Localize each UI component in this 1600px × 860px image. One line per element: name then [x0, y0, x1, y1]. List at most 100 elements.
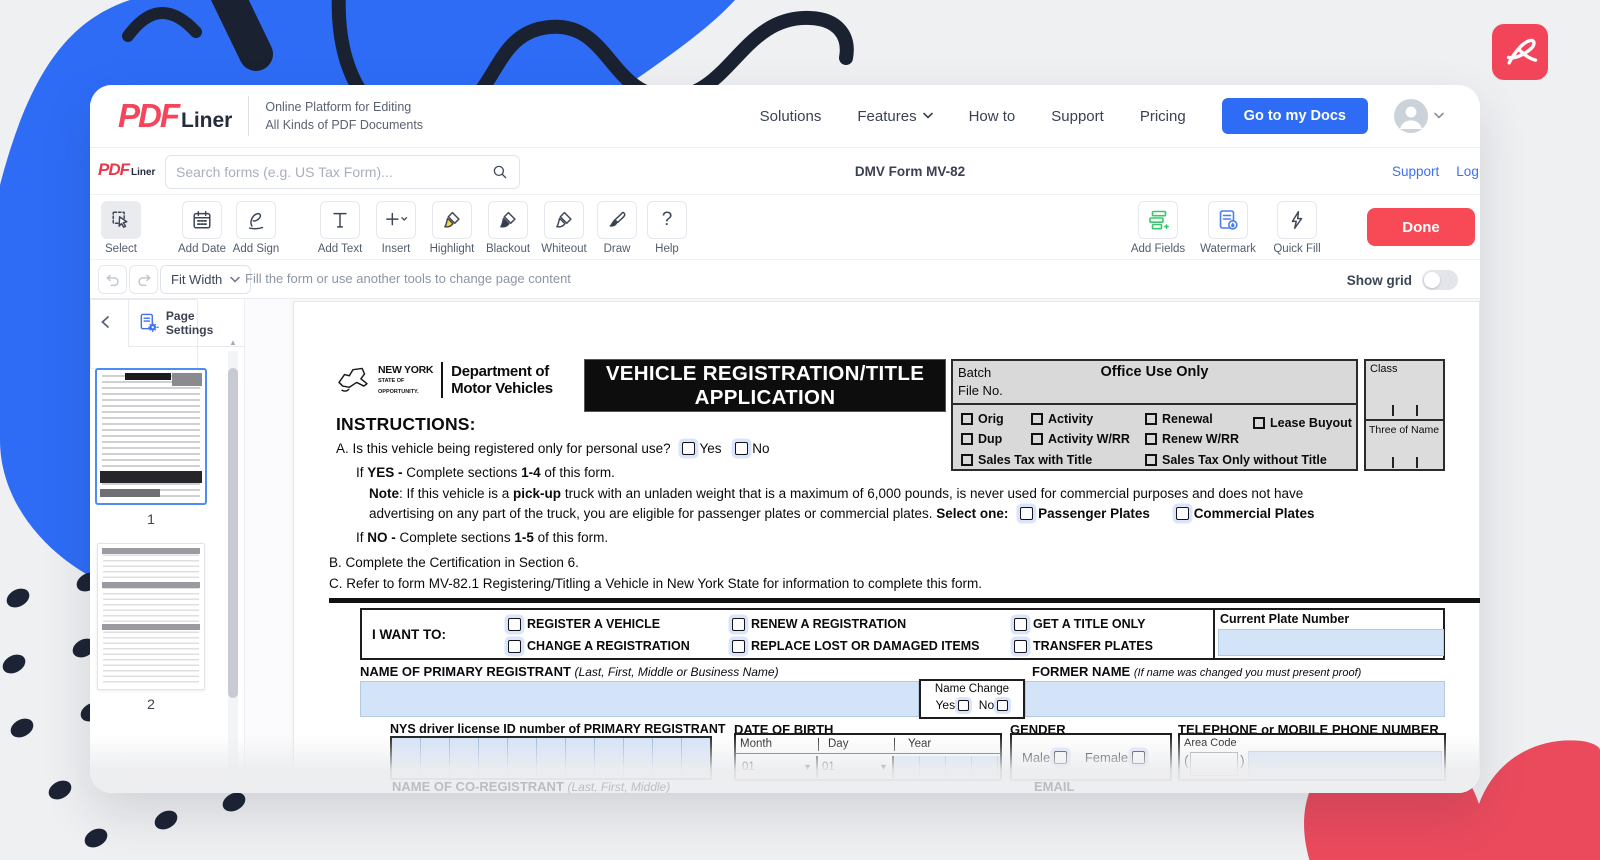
- primary-registrant-input[interactable]: [360, 681, 919, 717]
- redo-icon: [134, 270, 154, 290]
- editor-subtoolbar: Fit Width Fill the form or use another t…: [90, 259, 1480, 299]
- tool-help[interactable]: ? Help: [642, 201, 692, 255]
- renewal-checkbox[interactable]: [1145, 413, 1157, 425]
- phone-number-input[interactable]: [1248, 751, 1442, 777]
- sidebar-scrollbar[interactable]: [228, 351, 238, 793]
- license-id-input[interactable]: [390, 736, 712, 780]
- redo-button[interactable]: [129, 265, 158, 294]
- sales-tax-only-checkbox[interactable]: [1145, 454, 1157, 466]
- toggle-knob: [1424, 272, 1440, 288]
- page-thumbnail-2[interactable]: [97, 543, 205, 690]
- tool-blackout[interactable]: Blackout: [480, 201, 536, 255]
- calendar-icon: [182, 201, 222, 239]
- site-nav: Solutions Features How to Support Pricin…: [760, 98, 1444, 134]
- gender-female-checkbox[interactable]: [1132, 751, 1145, 764]
- page-number-2[interactable]: 2: [95, 696, 207, 712]
- done-button[interactable]: Done: [1367, 208, 1475, 246]
- undo-button[interactable]: [98, 265, 127, 294]
- orig-checkbox[interactable]: [961, 413, 973, 425]
- tool-highlight[interactable]: Highlight: [424, 201, 480, 255]
- office-use-heading: Office Use Only: [953, 364, 1356, 380]
- former-name-input[interactable]: [1025, 681, 1445, 717]
- page-thumbnail-1[interactable]: [95, 368, 207, 505]
- transfer-plates-checkbox[interactable]: [1014, 640, 1027, 653]
- ny-state-shape-icon: [336, 360, 370, 400]
- change-registration-checkbox[interactable]: [508, 640, 521, 653]
- tool-add-date[interactable]: Add Date: [174, 201, 230, 255]
- show-grid-label: Show grid: [1347, 273, 1412, 288]
- tool-add-text[interactable]: Add Text: [312, 201, 368, 255]
- chevron-down-icon: [923, 112, 933, 120]
- dob-month-select[interactable]: 01▼: [738, 756, 818, 778]
- i-want-to-box: I WANT TO: REGISTER A VEHICLE CHANGE A R…: [360, 608, 1445, 660]
- show-grid-control: Show grid: [1347, 270, 1458, 290]
- dup-checkbox[interactable]: [961, 433, 973, 445]
- search-forms-box[interactable]: [165, 155, 520, 189]
- dob-year-input[interactable]: [894, 756, 1000, 778]
- document-header-bar: PDF Liner DMV Form MV-82 Support Log in: [90, 147, 1480, 195]
- logo-text-pdf: PDF: [118, 97, 178, 135]
- login-link[interactable]: Log in: [1456, 164, 1480, 179]
- nav-support[interactable]: Support: [1051, 108, 1104, 125]
- search-icon[interactable]: [491, 163, 509, 181]
- support-link[interactable]: Support: [1392, 164, 1439, 179]
- personal-use-yes-checkbox[interactable]: [682, 442, 695, 455]
- renew-wrr-checkbox[interactable]: [1145, 433, 1157, 445]
- name-change-no-checkbox[interactable]: [997, 700, 1008, 711]
- instructions-heading: INSTRUCTIONS:: [336, 414, 476, 435]
- tool-add-fields[interactable]: Add Fields: [1128, 201, 1188, 255]
- pdfliner-logo-small[interactable]: PDF Liner: [98, 160, 155, 180]
- tool-whiteout[interactable]: Whiteout: [536, 201, 592, 255]
- passenger-plates-checkbox[interactable]: [1020, 507, 1033, 520]
- gender-male-checkbox[interactable]: [1054, 751, 1067, 764]
- toolbar-left-group: Select Add Date Add Sign Add Text: [98, 201, 692, 255]
- tool-draw[interactable]: Draw: [592, 201, 642, 255]
- thumbnail-sketch: [103, 549, 199, 684]
- scrollbar-thumb[interactable]: [228, 368, 238, 698]
- license-id-label: NYS driver license ID number of PRIMARY …: [390, 722, 725, 736]
- note-line-2: advertising on any part of the truck, yo…: [369, 506, 1315, 521]
- renew-registration-checkbox[interactable]: [732, 618, 745, 631]
- go-to-my-docs-button[interactable]: Go to my Docs: [1222, 98, 1368, 134]
- nav-pricing[interactable]: Pricing: [1140, 108, 1186, 125]
- scroll-up-arrow[interactable]: ▲: [228, 338, 238, 347]
- blackout-brush-icon: [488, 201, 528, 239]
- activity-wrr-checkbox[interactable]: [1031, 433, 1043, 445]
- commercial-plates-checkbox[interactable]: [1176, 507, 1189, 520]
- note-line-1: Note: If this vehicle is a pick-up truck…: [369, 486, 1303, 501]
- tool-insert[interactable]: Insert: [368, 201, 424, 255]
- pdf-page[interactable]: NEW YORK STATE OF OPPORTUNITY. Departmen…: [293, 301, 1480, 793]
- page-number-1[interactable]: 1: [95, 511, 207, 527]
- current-plate-input[interactable]: [1218, 629, 1444, 656]
- line-c: C. Refer to form MV-82.1 Registering/Tit…: [329, 576, 982, 591]
- activity-checkbox[interactable]: [1031, 413, 1043, 425]
- lease-buyout-checkbox[interactable]: [1253, 417, 1265, 429]
- search-input[interactable]: [176, 164, 491, 180]
- show-grid-toggle[interactable]: [1422, 270, 1458, 290]
- account-menu[interactable]: [1394, 99, 1444, 133]
- replace-items-checkbox[interactable]: [732, 640, 745, 653]
- area-code-input[interactable]: [1190, 752, 1238, 776]
- pdfliner-logo[interactable]: PDF Liner: [118, 97, 232, 135]
- tool-add-sign[interactable]: Add Sign: [230, 201, 282, 255]
- nav-how-to[interactable]: How to: [969, 108, 1016, 125]
- nav-features[interactable]: Features: [857, 108, 932, 125]
- site-tagline: Online Platform for Editing All Kinds of…: [265, 98, 423, 134]
- line-b: B. Complete the Certification in Section…: [329, 555, 579, 570]
- class-box: Class Three of Name: [1364, 359, 1445, 471]
- question-a-line: A. Is this vehicle being registered only…: [336, 441, 770, 456]
- register-vehicle-checkbox[interactable]: [508, 618, 521, 631]
- nav-solutions[interactable]: Solutions: [760, 108, 822, 125]
- gender-box: Male Female: [1010, 733, 1172, 781]
- zoom-mode-dropdown[interactable]: Fit Width: [160, 265, 251, 294]
- name-change-yes-checkbox[interactable]: [958, 700, 969, 711]
- sales-tax-title-checkbox[interactable]: [961, 454, 973, 466]
- get-title-only-checkbox[interactable]: [1014, 618, 1027, 631]
- logo-divider: [248, 96, 249, 136]
- tool-quick-fill[interactable]: Quick Fill: [1268, 201, 1326, 255]
- personal-use-no-checkbox[interactable]: [735, 442, 748, 455]
- tool-select[interactable]: Select: [98, 201, 144, 255]
- tool-watermark[interactable]: Watermark: [1196, 201, 1260, 255]
- collapse-sidebar-button[interactable]: [94, 311, 116, 333]
- dob-day-select[interactable]: 01▼: [818, 756, 894, 778]
